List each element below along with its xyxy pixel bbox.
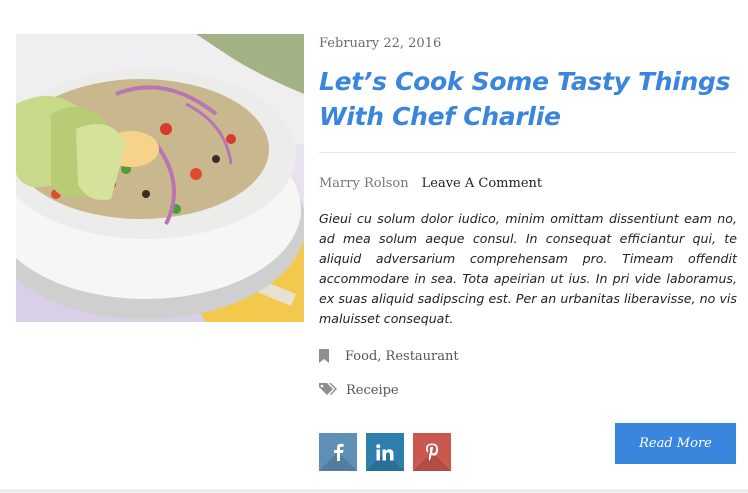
pinterest-share-button[interactable] <box>413 433 451 471</box>
post-excerpt: Gieui cu solum dolor iudico, minim omitt… <box>319 211 737 326</box>
read-more-button[interactable]: Read More <box>615 423 736 464</box>
leave-comment-link[interactable]: Leave A Comment <box>422 175 543 193</box>
linkedin-share-button[interactable] <box>366 433 404 471</box>
post-content: February 22, 2016 Let’s Cook Some Tasty … <box>319 34 737 398</box>
facebook-share-button[interactable] <box>319 433 357 471</box>
divider <box>319 152 736 153</box>
tag-links[interactable]: Receipe <box>346 383 399 398</box>
tags-icon <box>319 382 341 398</box>
facebook-icon <box>334 443 344 461</box>
post-author-link[interactable]: Marry Rolson <box>319 175 409 193</box>
bookmark-icon <box>319 348 339 364</box>
post-tags: Receipe <box>319 382 737 398</box>
divider <box>0 489 748 493</box>
post-featured-image[interactable] <box>16 34 304 322</box>
category-links[interactable]: Food, Restaurant <box>345 349 459 364</box>
post-date: February 22, 2016 <box>319 36 442 51</box>
post-categories: Food, Restaurant <box>319 348 737 364</box>
post-title[interactable]: Let’s Cook Some Tasty Things With Chef C… <box>319 64 737 134</box>
linkedin-icon <box>376 443 394 460</box>
post-meta: Marry Rolson Leave A Comment <box>319 175 737 193</box>
salad-bowl-image <box>16 34 304 322</box>
pinterest-icon <box>426 443 438 461</box>
social-share <box>319 433 451 471</box>
